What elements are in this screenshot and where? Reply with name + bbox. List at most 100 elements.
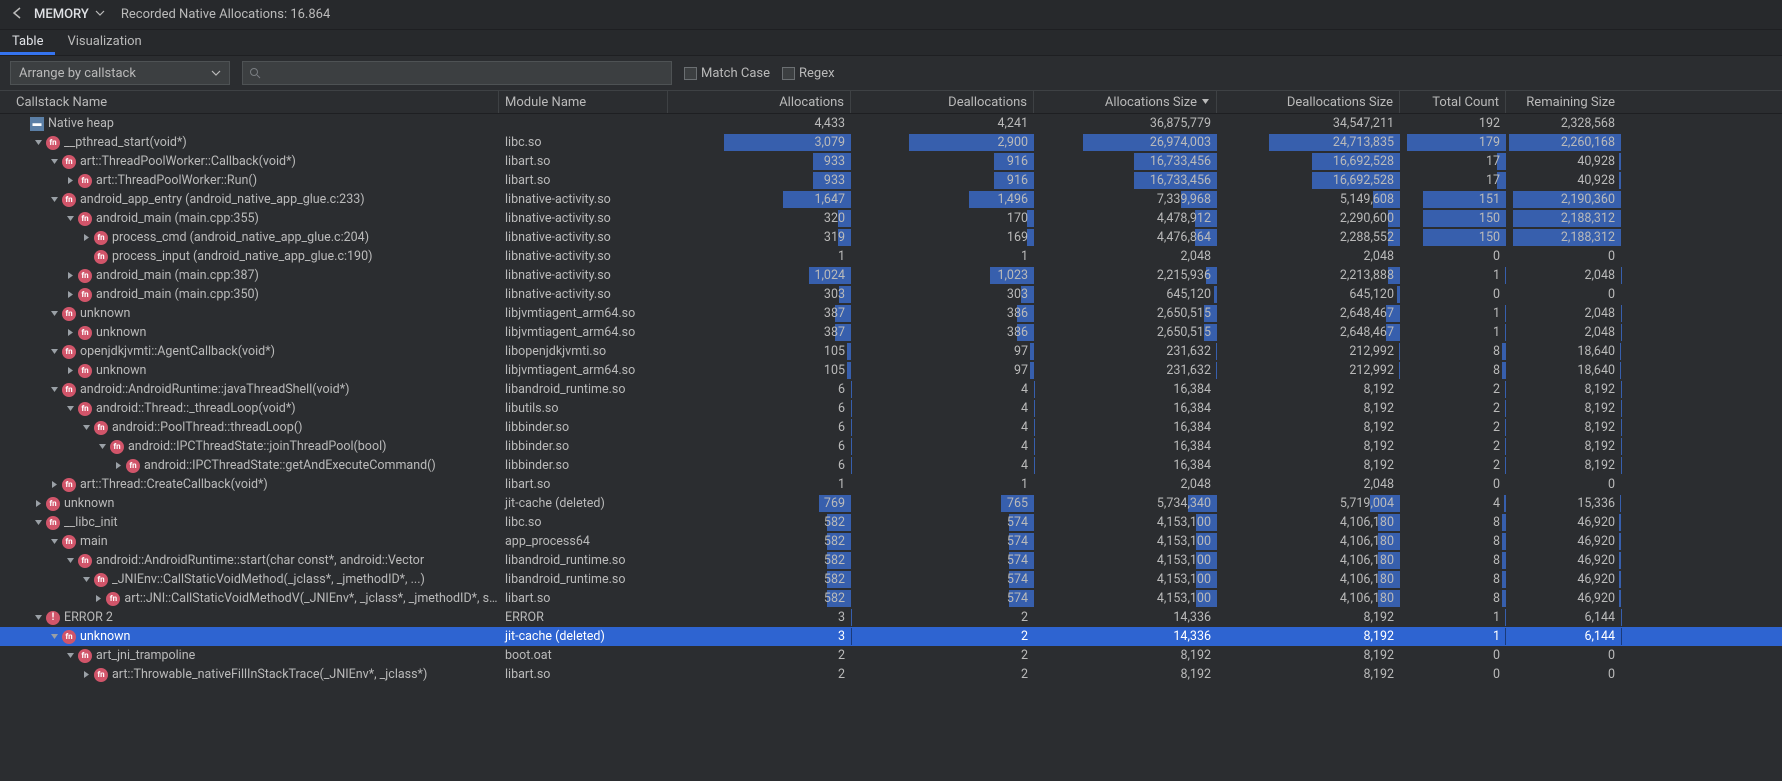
callstack-cell: fnart::Throwable_nativeFillInStackTrace(… bbox=[0, 667, 499, 682]
numeric-cell: 0 bbox=[1506, 285, 1621, 304]
table-row[interactable]: fnandroid::Thread::_threadLoop(void*)lib… bbox=[0, 399, 1782, 418]
table-row[interactable]: fnandroid::AndroidRuntime::javaThreadShe… bbox=[0, 380, 1782, 399]
collapse-icon[interactable] bbox=[48, 308, 60, 320]
table-row[interactable]: fnopenjdkjvmti::AgentCallback(void*)libo… bbox=[0, 342, 1782, 361]
collapse-icon[interactable] bbox=[80, 574, 92, 586]
table-row[interactable]: fnunknownlibjvmtiagent_arm64.so10597231,… bbox=[0, 361, 1782, 380]
table-row[interactable]: ▬Native heap4,4334,24136,875,77934,547,2… bbox=[0, 114, 1782, 133]
expand-icon[interactable] bbox=[48, 479, 60, 491]
expand-icon[interactable] bbox=[64, 175, 76, 187]
expand-icon[interactable] bbox=[80, 669, 92, 681]
table-header: Callstack Name Module Name Allocations D… bbox=[0, 90, 1782, 114]
table-row[interactable]: fnandroid_app_entry (android_native_app_… bbox=[0, 190, 1782, 209]
expand-icon[interactable] bbox=[64, 327, 76, 339]
numeric-cell: 16,384 bbox=[1034, 437, 1217, 456]
numeric-cell: 0 bbox=[1506, 475, 1621, 494]
table-row[interactable]: fnart::Throwable_nativeFillInStackTrace(… bbox=[0, 665, 1782, 684]
expand-icon[interactable] bbox=[93, 593, 105, 605]
table-row[interactable]: fnandroid_main (main.cpp:387)libnative-a… bbox=[0, 266, 1782, 285]
tab-table[interactable]: Table bbox=[0, 30, 55, 55]
collapse-icon[interactable] bbox=[96, 441, 108, 453]
collapse-icon[interactable] bbox=[64, 555, 76, 567]
table-row[interactable]: fnunknownjit-cache (deleted)7697655,734,… bbox=[0, 494, 1782, 513]
tab-visualization[interactable]: Visualization bbox=[55, 30, 153, 55]
numeric-cell: 645,120 bbox=[1034, 285, 1217, 304]
regex-toggle[interactable]: Regex bbox=[782, 66, 835, 81]
table-row[interactable]: fnart_jni_trampolineboot.oat228,1928,192… bbox=[0, 646, 1782, 665]
expand-icon[interactable] bbox=[80, 232, 92, 244]
collapse-icon[interactable] bbox=[48, 156, 60, 168]
table-row[interactable]: !ERROR 2ERROR3214,3368,19216,144 bbox=[0, 608, 1782, 627]
expand-icon[interactable] bbox=[112, 460, 124, 472]
chevron-down-icon[interactable] bbox=[95, 7, 105, 22]
column-allocations[interactable]: Allocations bbox=[668, 91, 851, 113]
numeric-cell: 8,192 bbox=[1506, 418, 1621, 437]
table-row[interactable]: fnunknownlibjvmtiagent_arm64.so3873862,6… bbox=[0, 323, 1782, 342]
collapse-icon[interactable] bbox=[48, 194, 60, 206]
table-row[interactable]: fnart::JNI::CallStaticVoidMethodV(_JNIEn… bbox=[0, 589, 1782, 608]
expand-icon[interactable] bbox=[64, 289, 76, 301]
numeric-cell: 14,336 bbox=[1034, 608, 1217, 627]
column-total-count[interactable]: Total Count bbox=[1400, 91, 1506, 113]
table-row[interactable]: fnart::Thread::CreateCallback(void*)liba… bbox=[0, 475, 1782, 494]
callstack-name: art::ThreadPoolWorker::Run() bbox=[96, 173, 257, 188]
collapse-icon[interactable] bbox=[32, 612, 44, 624]
table-row[interactable]: fnandroid_main (main.cpp:355)libnative-a… bbox=[0, 209, 1782, 228]
table-row[interactable]: fnandroid::PoolThread::threadLoop()libbi… bbox=[0, 418, 1782, 437]
numeric-cell: 151 bbox=[1400, 190, 1506, 209]
filter-bar: Arrange by callstack Match Case Regex bbox=[0, 56, 1782, 90]
table-row[interactable]: fnunknownlibjvmtiagent_arm64.so3873862,6… bbox=[0, 304, 1782, 323]
callstack-cell: fnandroid::IPCThreadState::getAndExecute… bbox=[0, 458, 499, 473]
table-row[interactable]: fn__libc_initlibc.so5825744,153,1004,106… bbox=[0, 513, 1782, 532]
numeric-cell: 2,188,312 bbox=[1506, 228, 1621, 247]
arrange-select[interactable]: Arrange by callstack bbox=[10, 61, 230, 85]
table-row[interactable]: fnandroid::IPCThreadState::getAndExecute… bbox=[0, 456, 1782, 475]
table-row[interactable]: fnart::ThreadPoolWorker::Run()libart.so9… bbox=[0, 171, 1782, 190]
column-remaining-size[interactable]: Remaining Size bbox=[1506, 91, 1621, 113]
collapse-icon[interactable] bbox=[48, 384, 60, 396]
back-icon[interactable] bbox=[10, 6, 24, 24]
session-title: Recorded Native Allocations: 16.864 bbox=[121, 7, 330, 22]
table-row[interactable]: fnart::ThreadPoolWorker::Callback(void*)… bbox=[0, 152, 1782, 171]
table-row[interactable]: fn__pthread_start(void*)libc.so3,0792,90… bbox=[0, 133, 1782, 152]
search-input[interactable] bbox=[265, 66, 665, 81]
column-module-name[interactable]: Module Name bbox=[499, 91, 668, 113]
numeric-cell: 18,640 bbox=[1506, 361, 1621, 380]
numeric-cell: 8 bbox=[1400, 570, 1506, 589]
callstack-cell: fnart::Thread::CreateCallback(void*) bbox=[0, 477, 499, 492]
column-deallocations[interactable]: Deallocations bbox=[851, 91, 1034, 113]
function-icon: fn bbox=[62, 155, 76, 169]
table-row[interactable]: fnprocess_cmd (android_native_app_glue.c… bbox=[0, 228, 1782, 247]
table-row[interactable]: fnprocess_input (android_native_app_glue… bbox=[0, 247, 1782, 266]
module-cell: ERROR bbox=[499, 610, 668, 625]
expand-icon[interactable] bbox=[64, 270, 76, 282]
table-row[interactable]: fnunknownjit-cache (deleted)3214,3368,19… bbox=[0, 627, 1782, 646]
table-row[interactable]: fnandroid::AndroidRuntime::start(char co… bbox=[0, 551, 1782, 570]
numeric-cell: 4 bbox=[851, 399, 1034, 418]
heap-icon: ▬ bbox=[30, 117, 44, 131]
expand-icon[interactable] bbox=[32, 498, 44, 510]
numeric-cell: 2,213,888 bbox=[1217, 266, 1400, 285]
collapse-icon[interactable] bbox=[32, 517, 44, 529]
collapse-icon[interactable] bbox=[48, 346, 60, 358]
match-case-toggle[interactable]: Match Case bbox=[684, 66, 770, 81]
column-deallocations-size[interactable]: Deallocations Size bbox=[1217, 91, 1400, 113]
table-row[interactable]: fn_JNIEnv::CallStaticVoidMethod(_jclass*… bbox=[0, 570, 1782, 589]
collapse-icon[interactable] bbox=[64, 650, 76, 662]
table-row[interactable]: fnandroid::IPCThreadState::joinThreadPoo… bbox=[0, 437, 1782, 456]
collapse-icon[interactable] bbox=[32, 137, 44, 149]
table-row[interactable]: fnandroid_main (main.cpp:350)libnative-a… bbox=[0, 285, 1782, 304]
column-callstack-name[interactable]: Callstack Name bbox=[0, 91, 499, 113]
collapse-icon[interactable] bbox=[64, 213, 76, 225]
callstack-cell: fnart::ThreadPoolWorker::Callback(void*) bbox=[0, 154, 499, 169]
table-row[interactable]: fnmainapp_process645825744,153,1004,106,… bbox=[0, 532, 1782, 551]
numeric-cell: 14,336 bbox=[1034, 627, 1217, 646]
collapse-icon[interactable] bbox=[48, 536, 60, 548]
collapse-icon[interactable] bbox=[80, 422, 92, 434]
numeric-cell: 1 bbox=[851, 247, 1034, 266]
column-allocations-size[interactable]: Allocations Size bbox=[1034, 91, 1217, 113]
search-box[interactable] bbox=[242, 61, 672, 85]
collapse-icon[interactable] bbox=[48, 631, 60, 643]
collapse-icon[interactable] bbox=[64, 403, 76, 415]
expand-icon[interactable] bbox=[64, 365, 76, 377]
